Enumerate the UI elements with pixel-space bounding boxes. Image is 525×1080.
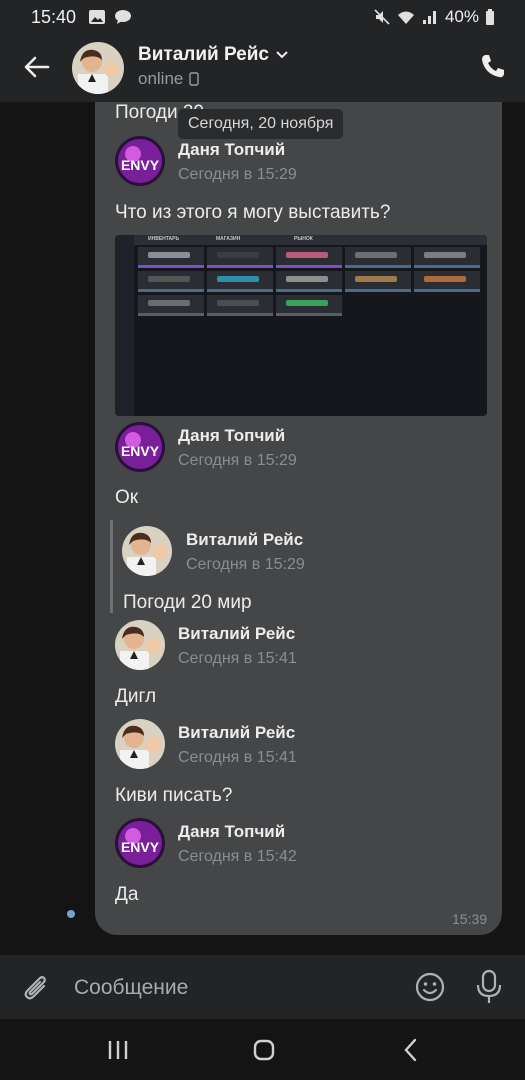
bubble-time: 15:39 (452, 911, 488, 927)
avatar[interactable]: ENVY (115, 818, 165, 868)
message-bubble[interactable] (95, 102, 502, 935)
attachment-sidebar (115, 235, 134, 416)
avatar[interactable] (72, 42, 124, 94)
avatar[interactable]: ENVY (115, 422, 165, 472)
message-notification-icon (115, 10, 131, 24)
date-tooltip: Сегодня, 20 ноября (178, 109, 344, 139)
forwarded-message-bar (110, 520, 113, 613)
message-text: Ок (115, 487, 139, 508)
sender-name[interactable]: Даня Топчий (178, 822, 285, 842)
sender-name[interactable]: Виталий Рейс (178, 624, 295, 644)
sender-name[interactable]: Даня Топчий (178, 426, 285, 446)
message-text: Да (115, 884, 139, 905)
mute-icon (374, 9, 390, 25)
message-list[interactable]: Погоди 20 Сегодня, 20 ноября ENVY Даня Т… (0, 102, 525, 955)
wifi-icon (397, 11, 414, 24)
attachment-tab: МАГАЗИН (216, 236, 241, 242)
message-input[interactable] (72, 969, 396, 1007)
chat-header: Виталий Рейс online (0, 34, 525, 102)
mobile-icon (189, 72, 200, 86)
svg-text:ENVY: ENVY (121, 443, 160, 459)
svg-text:ENVY: ENVY (121, 839, 160, 855)
unread-indicator (67, 910, 75, 918)
battery-percent: 40% (444, 7, 479, 26)
contact-status: online (138, 69, 200, 89)
battery-icon (486, 9, 494, 25)
message-time: Сегодня в 15:29 (186, 556, 305, 573)
message-text: Киви писать? (115, 785, 233, 806)
message-time: Сегодня в 15:29 (178, 452, 297, 469)
status-time: 15:40 (31, 7, 77, 27)
sender-name[interactable]: Виталий Рейс (178, 723, 295, 743)
message-text: Погоди 20 мир (123, 592, 252, 613)
chevron-down-icon[interactable] (275, 50, 289, 60)
back-arrow-icon[interactable] (22, 52, 52, 82)
contact-name[interactable]: Виталий Рейс (138, 44, 289, 66)
message-time: Сегодня в 15:41 (178, 749, 297, 766)
message-time: Сегодня в 15:41 (178, 650, 297, 667)
svg-text:ENVY: ENVY (121, 157, 160, 173)
home-icon[interactable] (251, 1037, 277, 1063)
sender-name[interactable]: Виталий Рейс (186, 530, 303, 550)
status-bar: 15:40 40% (0, 0, 525, 34)
message-time: Сегодня в 15:29 (178, 166, 297, 183)
inventory-grid (138, 247, 480, 316)
signal-icon (422, 11, 436, 24)
composer (0, 955, 525, 1019)
microphone-icon[interactable] (475, 969, 503, 1005)
image-attachment[interactable]: ИНВЕНТАРЬ МАГАЗИН РЫНОК (115, 235, 487, 416)
avatar[interactable] (115, 719, 165, 769)
emoji-icon[interactable] (414, 971, 446, 1003)
avatar[interactable] (115, 620, 165, 670)
attachment-tab: ИНВЕНТАРЬ (148, 236, 180, 242)
nav-back-icon[interactable] (398, 1037, 424, 1063)
paperclip-icon[interactable] (22, 972, 52, 1004)
avatar[interactable] (122, 526, 172, 576)
recents-icon[interactable] (105, 1037, 131, 1063)
system-nav-bar (0, 1019, 525, 1080)
gallery-notification-icon (89, 10, 105, 24)
message-time: Сегодня в 15:42 (178, 848, 297, 865)
sender-name[interactable]: Даня Топчий (178, 140, 285, 160)
attachment-tabbar: ИНВЕНТАРЬ МАГАЗИН РЫНОК (134, 235, 487, 245)
message-text: Что из этого я могу выставить? (115, 202, 391, 223)
attachment-tab: РЫНОК (294, 236, 313, 242)
message-text: Дигл (115, 686, 157, 707)
phone-icon[interactable] (479, 52, 507, 80)
avatar[interactable]: ENVY (115, 136, 165, 186)
